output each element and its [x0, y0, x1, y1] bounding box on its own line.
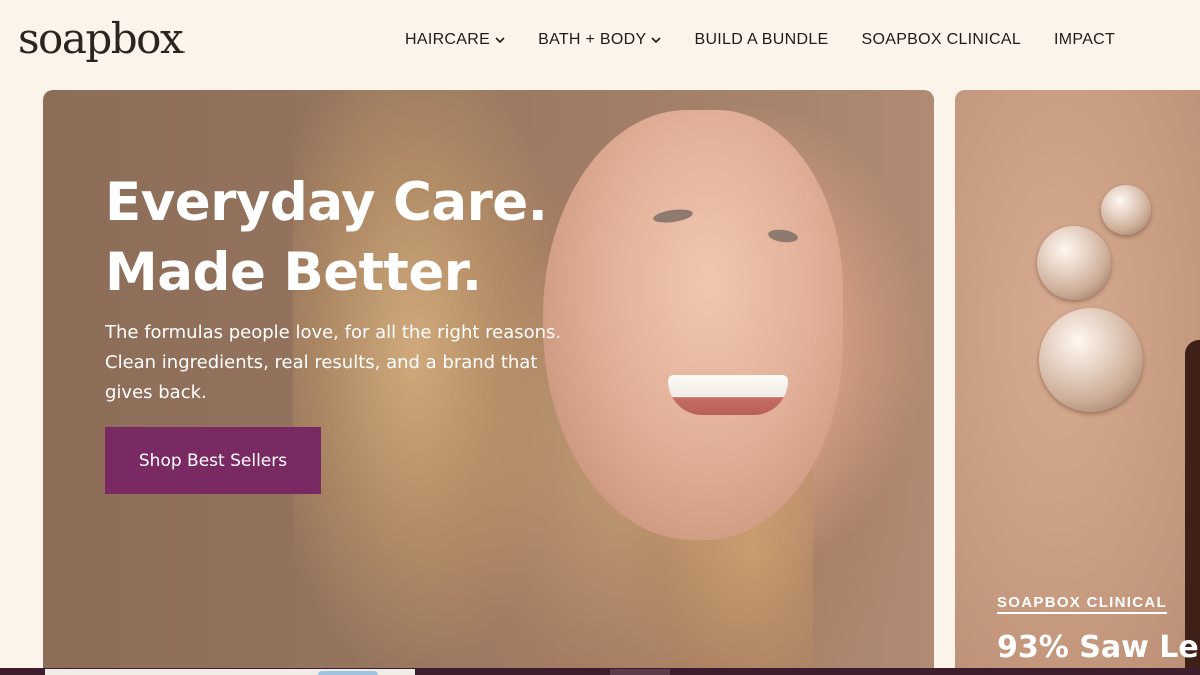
logo-text: soapbox [18, 14, 184, 63]
clinical-promo-card[interactable]: SOAPBOX CLINICAL 93% Saw Less [955, 90, 1200, 675]
hero-title-line: Everyday Care. [105, 172, 548, 233]
nav-item-haircare[interactable]: HAIRCARE [405, 31, 505, 49]
clinical-headline: 93% Saw Less [997, 630, 1200, 665]
nav-item-bath-body[interactable]: BATH + BODY [538, 31, 662, 49]
nav-item-label: HAIRCARE [405, 31, 491, 48]
nav-item-build-a-bundle[interactable]: BUILD A BUNDLE [694, 31, 828, 49]
nav-item-label: IMPACT [1054, 31, 1116, 48]
chevron-down-icon [651, 37, 662, 44]
hero-title-line: Made Better. [105, 242, 482, 303]
nav-item-label: SOAPBOX CLINICAL [861, 31, 1022, 48]
serum-drop-image [1039, 308, 1143, 412]
next-section-strip-dark [610, 669, 670, 675]
serum-drop-image [1037, 226, 1111, 300]
clinical-label-link[interactable]: SOAPBOX CLINICAL [997, 594, 1167, 614]
nav-item-soapbox-clinical[interactable]: SOAPBOX CLINICAL [862, 31, 1022, 49]
nav-item-label: BUILD A BUNDLE [694, 31, 829, 48]
main-nav: HAIRCARE BATH + BODY BUILD A BUNDLE SOAP… [405, 31, 1115, 49]
hero-photo-smile [668, 375, 788, 415]
product-bottle-image [1185, 340, 1200, 675]
logo-mark: . [182, 42, 186, 56]
hero-subtitle: The formulas people love, for all the ri… [105, 322, 562, 403]
shop-best-sellers-button[interactable]: Shop Best Sellers [105, 427, 321, 494]
next-section-strip-blue [318, 671, 378, 675]
hero-title: Everyday Care. Made Better. [105, 168, 625, 308]
hero-banner: Everyday Care. Made Better. The formulas… [43, 90, 934, 675]
soapbox-logo[interactable]: soapbox. [18, 10, 186, 78]
nav-item-impact[interactable]: IMPACT [1054, 31, 1115, 49]
site-header: soapbox. HAIRCARE BATH + BODY BUILD A BU… [0, 0, 1200, 85]
serum-drop-image [1101, 185, 1151, 235]
page: soapbox. HAIRCARE BATH + BODY BUILD A BU… [0, 0, 1200, 675]
nav-item-label: BATH + BODY [538, 31, 647, 48]
chevron-down-icon [495, 37, 505, 44]
